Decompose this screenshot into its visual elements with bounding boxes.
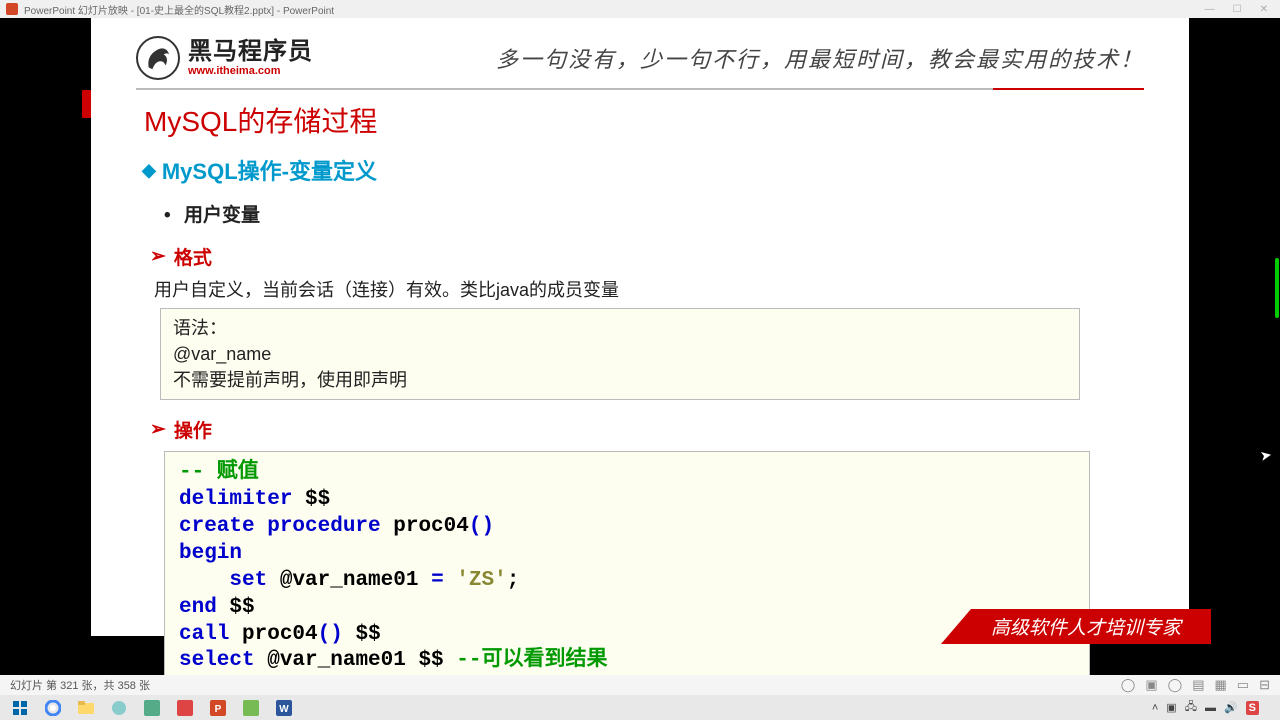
maximize-button[interactable]: ☐ (1233, 4, 1242, 15)
slide-subtitle: MySQL操作-变量定义 (142, 154, 1144, 186)
logo-url: www.itheima.com (188, 65, 313, 77)
slide-counter: 幻灯片 第 321 张，共 358 张 (10, 677, 150, 693)
section-format: 格式 (150, 243, 1144, 270)
tb-app1-icon[interactable] (137, 697, 167, 719)
taskbar: P W ˄ ▣ 🖧 ▬ 🔊 S (0, 695, 1280, 720)
tb-explorer-icon[interactable] (71, 697, 101, 719)
tray-ime-icon[interactable]: S (1246, 701, 1259, 715)
view-normal-icon[interactable]: ▤ (1192, 677, 1204, 693)
logo-text-cn: 黑马程序员 (188, 39, 313, 65)
tb-app3-icon[interactable] (236, 697, 266, 719)
start-button[interactable] (5, 697, 35, 719)
slideshow-area[interactable]: 黑马程序员 www.itheima.com 多一句没有，少一句不行，用最短时间，… (0, 18, 1280, 675)
slide: 黑马程序员 www.itheima.com 多一句没有，少一句不行，用最短时间，… (91, 18, 1189, 636)
status-bar: 幻灯片 第 321 张，共 358 张 ◯ ▣ ◯ ▤ ▦ ▭ ⊟ (0, 675, 1280, 695)
logo-icon (136, 36, 180, 80)
view-sorter-icon[interactable]: ▦ (1215, 677, 1227, 693)
sb-square-icon[interactable]: ▣ (1145, 677, 1157, 693)
tray-battery-icon[interactable]: ▬ (1205, 702, 1216, 714)
side-indicator (1275, 258, 1279, 318)
window-title: PowerPoint 幻灯片放映 - [01-史上最全的SQL教程2.pptx]… (24, 2, 334, 17)
slide-title: MySQL的存储过程 (144, 100, 1144, 140)
system-tray[interactable]: ˄ ▣ 🖧 ▬ 🔊 S (1152, 698, 1275, 717)
tb-chrome-icon[interactable] (38, 697, 68, 719)
tray-volume-icon[interactable]: 🔊 (1224, 701, 1238, 714)
sb-circle-icon[interactable]: ◯ (1121, 677, 1136, 693)
tray-network-icon[interactable]: 🖧 (1185, 698, 1197, 717)
tb-browser-icon[interactable] (104, 697, 134, 719)
tb-powerpoint-icon[interactable]: P (203, 697, 233, 719)
slide-header: 黑马程序员 www.itheima.com 多一句没有，少一句不行，用最短时间，… (136, 36, 1144, 84)
sb-circle2-icon[interactable]: ◯ (1168, 677, 1183, 693)
red-accent-tab (82, 90, 91, 118)
tb-app2-icon[interactable] (170, 697, 200, 719)
minimize-button[interactable]: — (1205, 4, 1215, 15)
view-slideshow-icon[interactable]: ⊟ (1259, 677, 1270, 693)
view-reading-icon[interactable]: ▭ (1237, 677, 1249, 693)
logo: 黑马程序员 www.itheima.com (136, 36, 313, 80)
section-operation: 操作 (150, 416, 1144, 443)
svg-text:W: W (279, 704, 289, 715)
code-box: -- 赋值 delimiter $$ create procedure proc… (164, 451, 1090, 684)
format-desc: 用户自定义，当前会话（连接）有效。类比java的成员变量 (154, 276, 1144, 302)
tray-chevron-icon[interactable]: ˄ (1152, 702, 1158, 714)
tray-app-icon[interactable]: ▣ (1166, 701, 1176, 714)
slogan: 多一句没有，少一句不行，用最短时间，教会最实用的技术！ (496, 42, 1144, 74)
syntax-box: 语法： @var_name 不需要提前声明，使用即声明 (160, 308, 1080, 400)
bullet-user-var: 用户变量 (164, 200, 1144, 227)
header-divider (136, 88, 1144, 90)
svg-text:P: P (215, 704, 222, 715)
powerpoint-icon (6, 3, 18, 15)
close-button[interactable]: ✕ (1260, 4, 1268, 15)
window-titlebar: PowerPoint 幻灯片放映 - [01-史上最全的SQL教程2.pptx]… (0, 0, 1280, 18)
tb-word-icon[interactable]: W (269, 697, 299, 719)
slide-footer: 高级软件人才培训专家 (941, 609, 1211, 644)
